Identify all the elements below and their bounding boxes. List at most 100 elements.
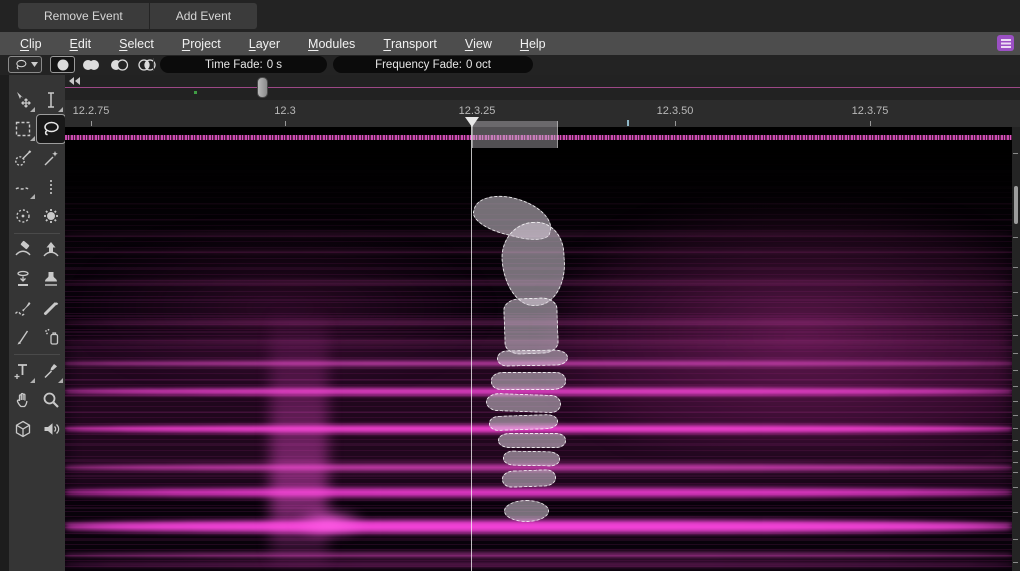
dotted-circle-select-tool[interactable] (9, 202, 37, 230)
menu-project[interactable]: Project (168, 32, 235, 55)
intersect-selection-mode-button[interactable] (134, 56, 159, 73)
menu-edit[interactable]: Edit (56, 32, 106, 55)
remove-event-button[interactable]: Remove Event (18, 3, 150, 29)
ruler-label: 12.2.75 (72, 105, 110, 117)
rewind-icon[interactable] (67, 76, 81, 86)
new-selection-icon (57, 59, 68, 70)
tool-grid (9, 86, 66, 444)
freq-tick (1013, 335, 1018, 336)
zoom-tool[interactable] (37, 386, 65, 414)
rectangle-select-icon (15, 121, 31, 137)
cube-3d-tool[interactable] (9, 415, 37, 443)
selection-mode-group (50, 56, 159, 73)
harmonic-band (65, 520, 1012, 533)
freq-tick (1013, 401, 1018, 402)
frequency-ruler[interactable] (1012, 127, 1020, 571)
ruler-label: 12.3.50 (656, 105, 694, 117)
burst-select-tool[interactable] (37, 202, 65, 230)
selection-region[interactable] (503, 297, 559, 355)
menu-modules[interactable]: Modules (294, 32, 369, 55)
frequency-fade-field[interactable]: Frequency Fade: 0 oct (333, 56, 533, 73)
magic-wand-tool[interactable] (37, 144, 65, 172)
selection-region[interactable] (501, 469, 557, 488)
layers-bars-glyph (1000, 38, 1011, 48)
clone-stamp-tool[interactable] (37, 265, 65, 293)
menu-view[interactable]: View (451, 32, 506, 55)
left-edge-strip (0, 75, 9, 571)
spectrogram-canvas[interactable] (65, 148, 1012, 571)
audio-play-tool[interactable] (37, 415, 65, 443)
freq-tick (1013, 237, 1018, 238)
menu-transport[interactable]: Transport (369, 32, 451, 55)
selection-brush-tool[interactable] (9, 144, 37, 172)
freq-tick (1013, 428, 1018, 429)
harmonic-band (65, 552, 1012, 558)
playhead-line[interactable] (471, 117, 472, 571)
spray-tool[interactable] (37, 323, 65, 351)
magnifier-icon (43, 392, 59, 408)
selection-region[interactable] (491, 372, 566, 390)
text-icon (14, 364, 27, 379)
overview-navigator[interactable] (65, 75, 1020, 100)
spray-icon (45, 328, 59, 345)
navigator-scroll-handle[interactable] (257, 77, 268, 98)
eraser-tool[interactable] (9, 236, 37, 264)
horizontal-band-select-tool[interactable] (9, 173, 37, 201)
selection-region[interactable] (502, 450, 561, 467)
selection-region[interactable] (504, 500, 549, 522)
freq-tick (1013, 562, 1018, 563)
eyedropper-tool[interactable] (37, 357, 65, 385)
freq-tick (1013, 267, 1018, 268)
lasso-tool-dropdown[interactable] (8, 56, 42, 73)
hand-icon (16, 392, 28, 408)
new-selection-mode-button[interactable] (50, 56, 75, 73)
selection-region[interactable] (496, 349, 569, 367)
time-selection-overlay[interactable] (472, 121, 558, 148)
lasso-select-tool[interactable] (36, 114, 66, 144)
lasso-icon (15, 59, 26, 69)
freq-tick (1013, 353, 1018, 354)
freq-tick (1013, 512, 1018, 513)
press-down-icon (17, 270, 29, 286)
text-tool[interactable] (9, 357, 37, 385)
ruler-label: 12.3.25 (458, 105, 496, 117)
freq-tick (1013, 315, 1018, 316)
frequency-scrollbar-thumb[interactable] (1014, 186, 1018, 224)
ibeam-cursor-tool[interactable] (37, 86, 65, 114)
clone-stamp-icon (45, 272, 57, 286)
selection-region[interactable] (485, 392, 562, 414)
freq-tick (1013, 451, 1018, 452)
magic-wand-icon (44, 151, 58, 166)
rectangle-select-tool[interactable] (9, 115, 37, 143)
layers-icon[interactable] (997, 35, 1014, 51)
add-selection-mode-button[interactable] (78, 56, 103, 73)
menu-layer[interactable]: Layer (235, 32, 294, 55)
heal-icon (14, 302, 31, 316)
freq-tick (1013, 153, 1018, 154)
subtract-selection-mode-button[interactable] (106, 56, 131, 73)
freq-tick (1013, 539, 1018, 540)
marker-tool[interactable] (37, 294, 65, 322)
caret-down-icon (30, 62, 38, 67)
add-event-button[interactable]: Add Event (149, 3, 258, 29)
menu-help[interactable]: Help (506, 32, 560, 55)
press-down-tool[interactable] (9, 265, 37, 293)
add-selection-icon (82, 59, 99, 70)
menu-clip[interactable]: Clip (6, 32, 56, 55)
heal-tool[interactable] (9, 294, 37, 322)
hand-pan-tool[interactable] (9, 386, 37, 414)
vertical-band-select-tool[interactable] (37, 173, 65, 201)
ruler-label: 12.3.75 (851, 105, 889, 117)
playhead-triangle[interactable] (465, 117, 479, 127)
ruler-tick (91, 121, 92, 126)
selection-region[interactable] (488, 413, 559, 432)
move-tool[interactable] (9, 86, 37, 114)
menu-select[interactable]: Select (105, 32, 168, 55)
selection-region[interactable] (498, 433, 566, 448)
extract-up-tool[interactable] (37, 236, 65, 264)
knife-tool[interactable] (9, 323, 37, 351)
horizontal-band-icon (15, 187, 29, 190)
harmonic-band (65, 562, 1012, 567)
editor-main-area: 12.2.75 12.3 12.3.25 12.3.50 12.3.75 (65, 75, 1020, 571)
time-fade-field[interactable]: Time Fade: 0 s (160, 56, 327, 73)
